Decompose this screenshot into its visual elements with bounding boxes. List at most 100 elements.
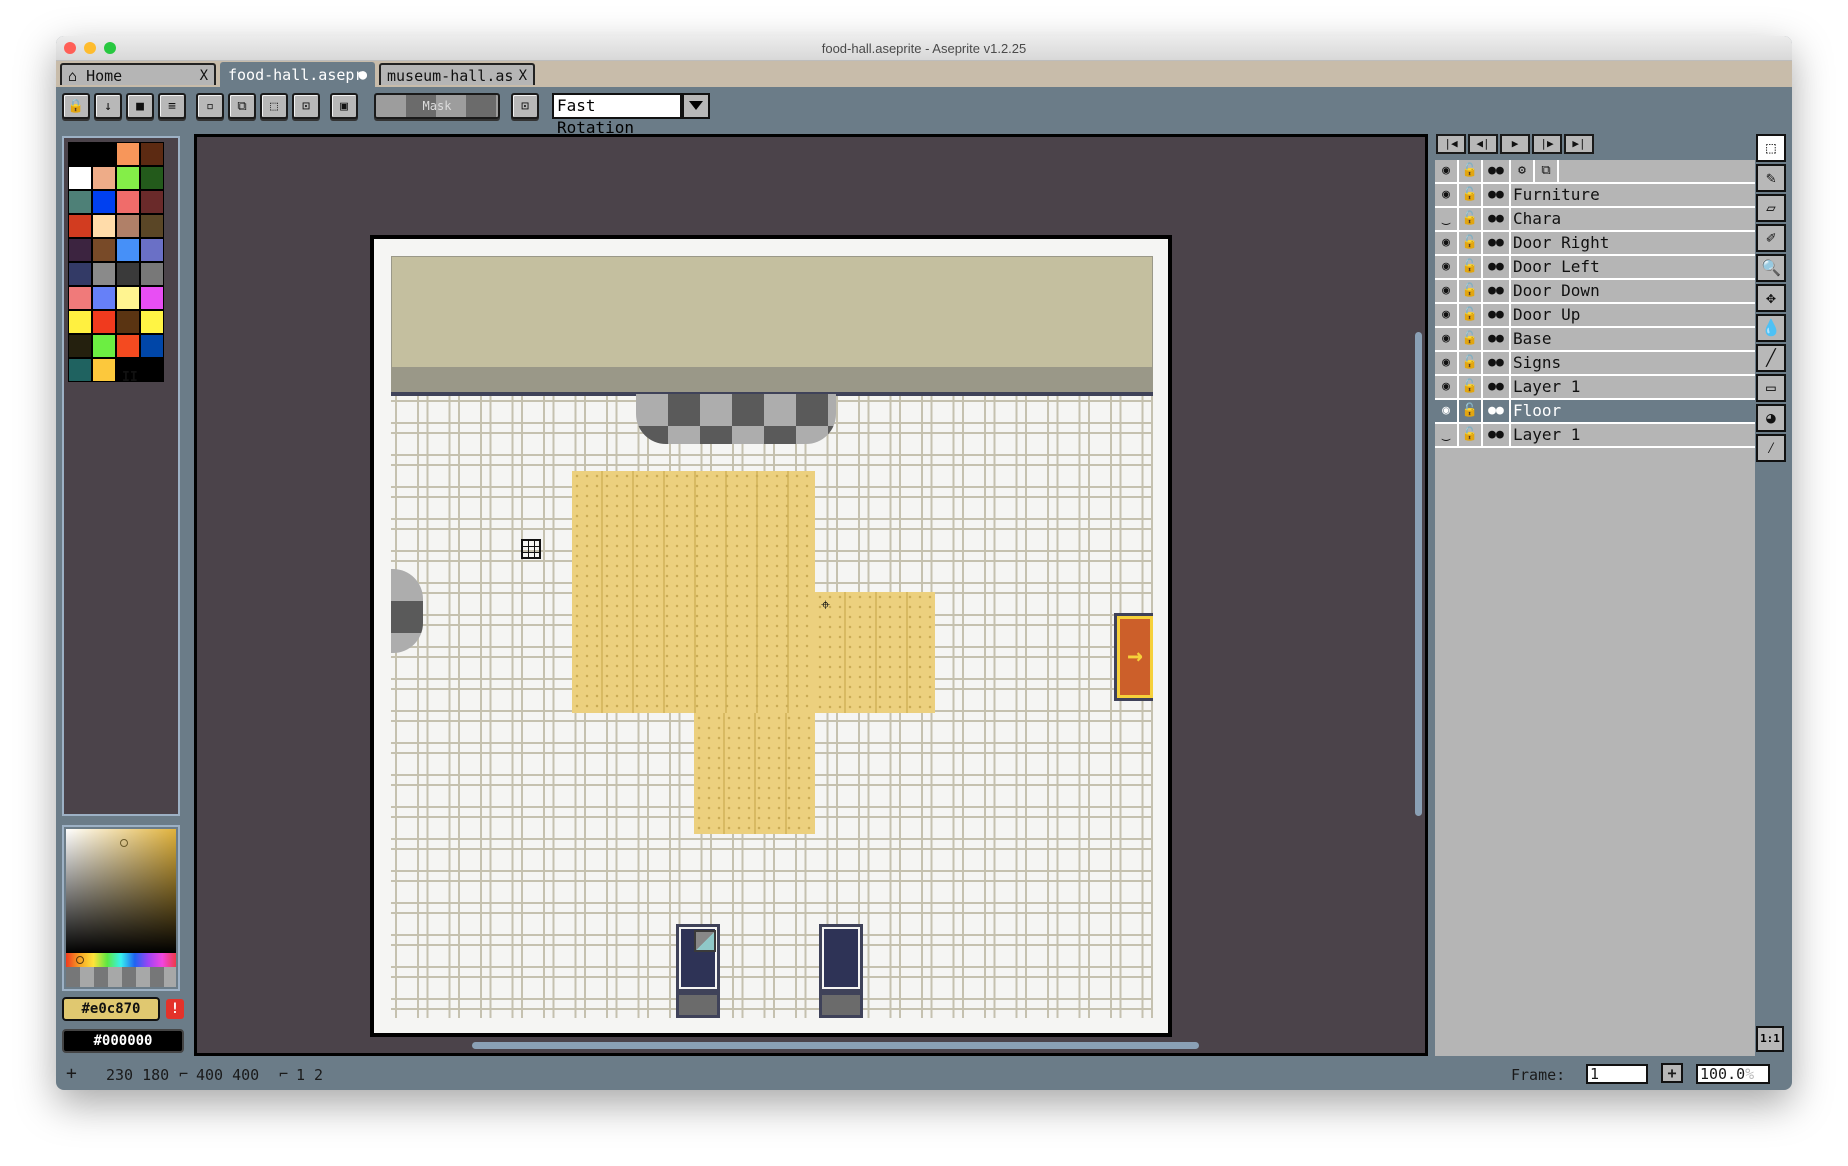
eye-icon[interactable]: ◉ bbox=[1435, 184, 1459, 206]
eye-icon[interactable]: ◉ bbox=[1435, 232, 1459, 254]
continuous-icon[interactable]: ●● bbox=[1483, 208, 1511, 230]
pivot-icon[interactable]: ⊡ bbox=[511, 93, 539, 119]
spray-icon[interactable]: ⁄ bbox=[1756, 434, 1786, 462]
selection-replace-icon[interactable]: ▫ bbox=[196, 93, 224, 119]
hue-cursor[interactable] bbox=[76, 956, 84, 964]
continuous-icon[interactable]: ●● bbox=[1483, 256, 1511, 278]
continuous-icon[interactable]: ●● bbox=[1483, 352, 1511, 374]
eye-closed-icon[interactable]: ‿ bbox=[1435, 208, 1459, 230]
palette-swatch[interactable] bbox=[140, 214, 164, 238]
continuous-icon[interactable]: ●● bbox=[1483, 328, 1511, 350]
continuous-icon[interactable]: ●● bbox=[1483, 232, 1511, 254]
layer-row[interactable]: ◉ 🔓 ●● Furniture bbox=[1435, 184, 1755, 208]
palette-swatch[interactable] bbox=[116, 166, 140, 190]
paint-bucket-icon[interactable]: 💧 bbox=[1756, 314, 1786, 342]
palette-swatch[interactable] bbox=[116, 142, 140, 166]
palette-swatch[interactable] bbox=[92, 238, 116, 262]
eye-icon[interactable]: ◉ bbox=[1435, 280, 1459, 302]
continuous-icon[interactable]: ●● bbox=[1483, 424, 1511, 446]
continuous-icon[interactable]: ●● bbox=[1483, 280, 1511, 302]
lock-icon[interactable]: 🔒 bbox=[62, 93, 90, 119]
palette-swatch[interactable] bbox=[116, 190, 140, 214]
continuous-icon[interactable]: ●● bbox=[1483, 184, 1511, 206]
zoom-icon[interactable]: 🔍 bbox=[1756, 254, 1786, 282]
next-frame-button[interactable]: |▶ bbox=[1532, 134, 1562, 154]
palette-swatch[interactable] bbox=[68, 310, 92, 334]
palette-swatch[interactable] bbox=[140, 310, 164, 334]
palette-swatch[interactable] bbox=[140, 334, 164, 358]
foreground-color-button[interactable]: #e0c870 bbox=[62, 997, 160, 1021]
alpha-slider[interactable] bbox=[66, 967, 176, 987]
eyedropper-icon[interactable]: ✐ bbox=[1756, 224, 1786, 252]
layer-row[interactable]: ◉ 🔓 ●● Door Up bbox=[1435, 304, 1755, 328]
last-frame-button[interactable]: ▶| bbox=[1564, 134, 1594, 154]
selection-add-icon[interactable]: ⧉ bbox=[228, 93, 256, 119]
menu-lines-icon[interactable]: ≡ bbox=[158, 93, 186, 119]
palette-swatch[interactable] bbox=[140, 238, 164, 262]
eye-icon[interactable]: ◉ bbox=[1435, 352, 1459, 374]
continuous-icon[interactable]: ●● bbox=[1483, 400, 1511, 422]
palette-swatch[interactable] bbox=[116, 310, 140, 334]
warning-icon[interactable]: ! bbox=[166, 999, 184, 1019]
padlock-icon[interactable]: 🔓 bbox=[1459, 400, 1483, 422]
palette-swatch[interactable] bbox=[68, 238, 92, 262]
tab-home[interactable]: ⌂ Home X bbox=[60, 63, 216, 85]
selection-intersect-icon[interactable]: ⊡ bbox=[292, 93, 320, 119]
sv-cursor[interactable] bbox=[120, 839, 128, 847]
transparent-color-icon[interactable]: ▣ bbox=[330, 93, 358, 119]
layer-settings-icon[interactable]: ⚙ bbox=[1511, 160, 1535, 182]
palette-swatch[interactable] bbox=[116, 286, 140, 310]
sprite-canvas[interactable]: ⌖ → bbox=[370, 235, 1172, 1037]
mask-button[interactable]: Mask bbox=[374, 93, 500, 119]
frame-input[interactable]: 1 bbox=[1586, 1064, 1648, 1084]
palette-swatch[interactable] bbox=[92, 166, 116, 190]
tab-food-hall[interactable]: food-hall.asepr ● bbox=[220, 62, 375, 87]
first-frame-button[interactable]: |◀ bbox=[1436, 134, 1466, 154]
rectangle-icon[interactable]: ▭ bbox=[1756, 374, 1786, 402]
palette-swatch[interactable] bbox=[140, 190, 164, 214]
eye-icon[interactable]: ◉ bbox=[1435, 256, 1459, 278]
hue-slider[interactable] bbox=[66, 953, 176, 967]
tab-museum-hall[interactable]: museum-hall.as X bbox=[379, 63, 535, 85]
eye-icon[interactable]: ◉ bbox=[1435, 304, 1459, 326]
color-picker[interactable] bbox=[62, 825, 180, 991]
layer-row[interactable]: ‿ 🔓 ●● Layer 1 bbox=[1435, 424, 1755, 448]
palette-swatch[interactable] bbox=[68, 286, 92, 310]
padlock-icon[interactable]: 🔓 bbox=[1459, 208, 1483, 230]
palette-swatch[interactable] bbox=[92, 358, 116, 382]
continuous-icon[interactable]: ●● bbox=[1483, 160, 1511, 182]
zoom-one-to-one-button[interactable]: 1:1 bbox=[1756, 1026, 1784, 1052]
palette-resize-handle[interactable]: II bbox=[122, 370, 138, 385]
continuous-icon[interactable]: ●● bbox=[1483, 304, 1511, 326]
palette-swatch[interactable] bbox=[116, 334, 140, 358]
palette-swatch[interactable] bbox=[92, 334, 116, 358]
palette-swatch[interactable] bbox=[68, 358, 92, 382]
add-frame-button[interactable]: + bbox=[1661, 1063, 1683, 1083]
zoom-level-input[interactable]: 100.0% bbox=[1696, 1064, 1770, 1084]
layer-row[interactable]: ◉ 🔓 ●● Door Down bbox=[1435, 280, 1755, 304]
palette-swatch[interactable] bbox=[68, 262, 92, 286]
palette-swatch[interactable] bbox=[116, 214, 140, 238]
padlock-icon[interactable]: 🔓 bbox=[1459, 424, 1483, 446]
padlock-icon[interactable]: 🔓 bbox=[1459, 280, 1483, 302]
padlock-icon[interactable]: 🔓 bbox=[1459, 184, 1483, 206]
palette-swatch[interactable] bbox=[92, 262, 116, 286]
padlock-icon[interactable]: 🔓 bbox=[1459, 376, 1483, 398]
padlock-icon[interactable]: 🔓 bbox=[1459, 352, 1483, 374]
layer-row[interactable]: ◉ 🔓 ●● Signs bbox=[1435, 352, 1755, 376]
padlock-icon[interactable]: 🔓 bbox=[1459, 232, 1483, 254]
layer-row[interactable]: ‿ 🔓 ●● Chara bbox=[1435, 208, 1755, 232]
play-button[interactable]: ▶ bbox=[1500, 134, 1530, 154]
palette-swatch[interactable] bbox=[140, 166, 164, 190]
pencil-icon[interactable]: ✎ bbox=[1756, 164, 1786, 192]
link-cels-icon[interactable]: ⧉ bbox=[1535, 160, 1559, 182]
palette-swatch[interactable] bbox=[92, 190, 116, 214]
layer-row[interactable]: ◉ 🔓 ●● Layer 1 bbox=[1435, 376, 1755, 400]
close-tab-icon[interactable]: X bbox=[200, 65, 208, 85]
contour-icon[interactable]: ◕ bbox=[1756, 404, 1786, 432]
layer-row[interactable]: ◉ 🔓 ●● Base bbox=[1435, 328, 1755, 352]
close-tab-icon[interactable]: X bbox=[519, 65, 527, 85]
eraser-icon[interactable]: ▱ bbox=[1756, 194, 1786, 222]
chevron-down-icon[interactable] bbox=[682, 93, 710, 119]
previous-frame-button[interactable]: ◀| bbox=[1468, 134, 1498, 154]
